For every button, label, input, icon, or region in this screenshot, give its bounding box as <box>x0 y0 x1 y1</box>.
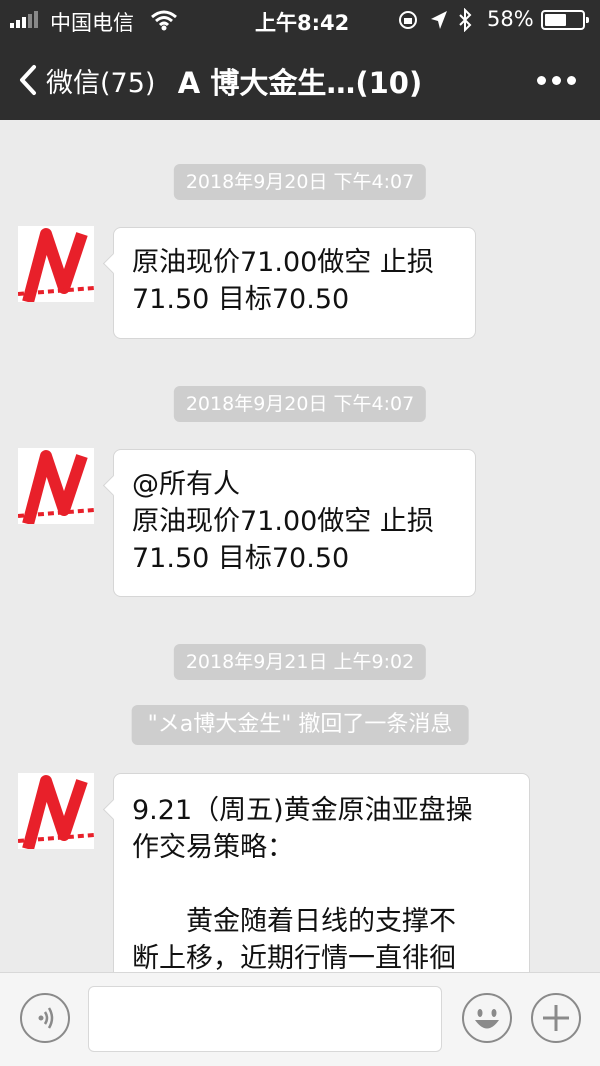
message-bubble[interactable]: @所有人 原油现价71.00做空 止损 71.50 目标70.50 <box>113 449 476 597</box>
chat-title: A 博大金生…(10) <box>177 66 423 100</box>
message-line <box>132 866 511 903</box>
message-input[interactable] <box>88 986 442 1052</box>
input-bar <box>0 972 600 1066</box>
message-line: 9.21（周五)黄金原油亚盘操 <box>132 795 473 826</box>
bluetooth-icon <box>459 8 472 32</box>
recall-notice: "メa博大金生" 撤回了一条消息 <box>131 705 469 745</box>
message-bubble[interactable]: 原油现价71.00做空 止损 71.50 目标70.50 <box>113 227 476 339</box>
chat-area[interactable]: 2018年9月20日 下午4:07 原油现价71.00做空 止损 71.50 目… <box>0 120 600 972</box>
battery-percent: 58% <box>487 7 534 31</box>
nav-bar: 微信(75) A 博大金生…(10) <box>0 40 600 120</box>
mention-line: @所有人 <box>132 469 240 500</box>
location-icon <box>431 11 447 29</box>
message-line: 71.50 目标70.50 <box>132 284 350 315</box>
timestamp: 2018年9月21日 上午9:02 <box>173 644 427 680</box>
voice-icon[interactable] <box>20 993 70 1043</box>
timestamp: 2018年9月20日 下午4:07 <box>173 164 427 200</box>
rotation-lock-icon <box>399 11 417 29</box>
message-line: 原油现价71.00做空 止损 <box>132 247 434 278</box>
message-line: 断上移，近期行情一直徘徊 <box>132 943 456 972</box>
status-bar: 中国电信 上午8:42 58% <box>0 0 600 40</box>
message-line: 71.50 目标70.50 <box>132 543 350 574</box>
emoji-icon[interactable] <box>462 993 512 1043</box>
message-line: 黄金随着日线的支撑不 <box>132 906 456 937</box>
avatar[interactable] <box>18 448 94 524</box>
wifi-icon <box>151 10 177 31</box>
signal-icon <box>10 11 38 28</box>
message-bubble[interactable]: 9.21（周五)黄金原油亚盘操 作交易策略： 黄金随着日线的支撑不 断上移，近期… <box>113 773 530 972</box>
carrier-name: 中国电信 <box>50 11 134 35</box>
more-icon[interactable] <box>537 76 576 85</box>
clock: 上午8:42 <box>255 11 350 35</box>
timestamp: 2018年9月20日 下午4:07 <box>173 386 427 422</box>
message-line: 作交易策略： <box>132 832 294 863</box>
battery-icon <box>541 10 589 30</box>
avatar[interactable] <box>18 226 94 302</box>
message-line: 原油现价71.00做空 止损 <box>132 506 434 537</box>
plus-icon[interactable] <box>531 993 581 1043</box>
avatar[interactable] <box>18 773 94 849</box>
